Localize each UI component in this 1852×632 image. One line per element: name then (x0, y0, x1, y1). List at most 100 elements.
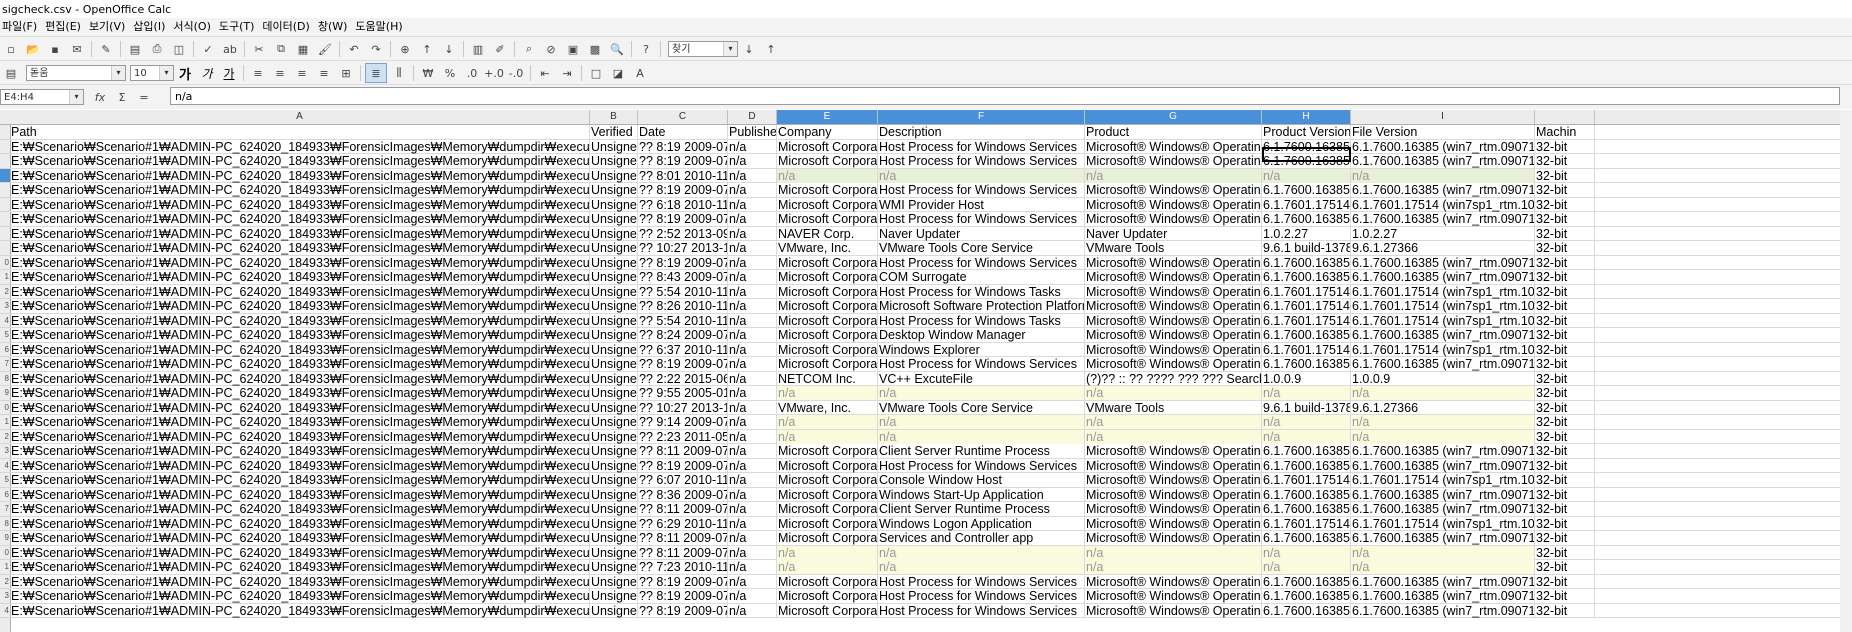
cell-date[interactable]: ?? 8:19 2009-07-14 (638, 139, 728, 154)
cell-path[interactable]: E:₩Scenario₩Scenario#1₩ADMIN-PC_624020_1… (10, 487, 590, 502)
cell-verified[interactable]: Unsigned (590, 429, 638, 444)
cell-date[interactable]: ?? 8:24 2009-07-14 (638, 328, 728, 342)
font-name-box[interactable]: 돋움 ▾ (26, 65, 126, 81)
cell-pver[interactable]: 6.1.7600.16385 (1262, 458, 1351, 473)
cell-pver[interactable]: 6.1.7600.16385 (1262, 255, 1351, 270)
cell-date[interactable]: ?? 9:55 2005-01-19 (638, 386, 728, 400)
row-header[interactable]: 7 (0, 357, 10, 372)
cell-path[interactable]: E:₩Scenario₩Scenario#1₩ADMIN-PC_624020_1… (10, 197, 590, 212)
chevron-down-icon[interactable]: ▾ (69, 90, 83, 104)
cell-publisher[interactable]: n/a (728, 400, 777, 415)
cell-description[interactable]: Desktop Window Manager (878, 328, 1085, 342)
sum-icon[interactable]: Σ (112, 88, 132, 106)
cell-machine[interactable]: 32-bit (1535, 589, 1595, 603)
cell-machine[interactable]: 32-bit (1535, 212, 1595, 226)
cell-fver[interactable]: n/a (1351, 168, 1535, 183)
currency-format-icon[interactable]: ₩ (418, 64, 438, 82)
cell-pver[interactable]: 6.1.7600.16385 (1262, 589, 1351, 603)
cell-path[interactable]: E:₩Scenario₩Scenario#1₩ADMIN-PC_624020_1… (10, 241, 590, 255)
row-header[interactable]: 3 (0, 589, 10, 604)
cell-path[interactable]: E:₩Scenario₩Scenario#1₩ADMIN-PC_624020_1… (10, 212, 590, 226)
gallery-icon[interactable]: ▣ (563, 40, 583, 58)
cell-date[interactable]: ?? 6:29 2010-11-20 (638, 516, 728, 531)
zoom-icon[interactable]: 🔍 (607, 40, 627, 58)
cell-fver[interactable]: 6.1.7601.17514 (win7sp1_rtm.101119-1850) (1351, 313, 1535, 328)
cell-machine[interactable]: 32-bit (1535, 415, 1595, 429)
cell-verified[interactable]: Unsigned (590, 168, 638, 183)
cell-product[interactable]: Microsoft® Windows® Operating System (1085, 444, 1262, 458)
cell-description[interactable]: Host Process for Windows Services (878, 212, 1085, 226)
cell-product[interactable]: Microsoft® Windows® Operating System (1085, 516, 1262, 531)
cell-product[interactable]: Product (1085, 125, 1262, 139)
cell-machine[interactable]: 32-bit (1535, 371, 1595, 386)
cell-company[interactable]: Microsoft Corporation (777, 458, 878, 473)
percent-format-icon[interactable]: % (440, 64, 460, 82)
cell-company[interactable]: Microsoft Corporation (777, 154, 878, 168)
undo-icon[interactable]: ↶ (344, 40, 364, 58)
cell-product[interactable]: Microsoft® Windows® Operating System (1085, 502, 1262, 516)
cell-publisher[interactable]: n/a (728, 444, 777, 458)
cell-path[interactable]: E:₩Scenario₩Scenario#1₩ADMIN-PC_624020_1… (10, 473, 590, 487)
cell-description[interactable]: WMI Provider Host (878, 197, 1085, 212)
borders-icon[interactable]: □ (586, 64, 606, 82)
column-header[interactable]: A (10, 110, 590, 124)
cell-company[interactable]: n/a (777, 560, 878, 574)
cell-pver[interactable]: n/a (1262, 168, 1351, 183)
cell-fver[interactable]: n/a (1351, 560, 1535, 574)
cell-description[interactable]: VC++ ExcuteFile (878, 371, 1085, 386)
menu-item[interactable]: 삽입(I) (131, 18, 171, 36)
find-previous-icon[interactable]: ↓ (739, 40, 759, 58)
cell-publisher[interactable]: Publisher (728, 125, 777, 139)
cell-pver[interactable]: 1.0.0.9 (1262, 371, 1351, 386)
cell-publisher[interactable]: n/a (728, 429, 777, 444)
cell-machine[interactable]: 32-bit (1535, 386, 1595, 400)
menu-item[interactable]: 보기(V) (87, 18, 131, 36)
cell-date[interactable]: ?? 8:26 2010-11-20 (638, 299, 728, 313)
cell-date[interactable]: ?? 10:27 2013-10-26 (638, 241, 728, 255)
cell-description[interactable]: Host Process for Windows Services (878, 357, 1085, 371)
cell-company[interactable]: Microsoft Corporation (777, 270, 878, 284)
cell-machine[interactable]: 32-bit (1535, 255, 1595, 270)
cell-publisher[interactable]: n/a (728, 328, 777, 342)
bold-button[interactable]: 가 (175, 64, 195, 83)
cell-description[interactable]: Windows Explorer (878, 342, 1085, 357)
cell-description[interactable]: Microsoft Software Protection Platform S… (878, 299, 1085, 313)
cell-publisher[interactable]: n/a (728, 212, 777, 226)
cell-verified[interactable]: Verified (590, 125, 638, 139)
cell-path[interactable]: E:₩Scenario₩Scenario#1₩ADMIN-PC_624020_1… (10, 502, 590, 516)
cell-fver[interactable]: 6.1.7600.16385 (win7_rtm.090713-1255) (1351, 183, 1535, 197)
cell-company[interactable]: Microsoft Corporation (777, 299, 878, 313)
row-header[interactable]: 0 (0, 546, 10, 560)
cell-company[interactable]: VMware, Inc. (777, 400, 878, 415)
function-wizard-icon[interactable]: fx (90, 88, 110, 106)
cell-company[interactable]: Microsoft Corporation (777, 531, 878, 545)
cell-fver[interactable]: 6.1.7600.16385 (win7_rtm.090713-1255) (1351, 270, 1535, 284)
save-icon[interactable]: ▪ (45, 40, 65, 58)
cell-date[interactable]: ?? 2:52 2013-09-11 (638, 226, 728, 241)
draw-functions-icon[interactable]: ✐ (490, 40, 510, 58)
row-header[interactable]: 0 (0, 401, 10, 415)
cell-description[interactable]: n/a (878, 415, 1085, 429)
cell-verified[interactable]: Unsigned (590, 574, 638, 589)
cell-company[interactable]: Microsoft Corporation (777, 139, 878, 154)
cell-date[interactable]: ?? 8:19 2009-07-14 (638, 255, 728, 270)
spellcheck-icon[interactable]: ✓ (198, 40, 218, 58)
cell-company[interactable]: Company (777, 125, 878, 139)
cell-path[interactable]: Path (10, 125, 590, 139)
cell-path[interactable]: E:₩Scenario₩Scenario#1₩ADMIN-PC_624020_1… (10, 299, 590, 313)
formula-input[interactable]: n/a (170, 87, 1840, 105)
cell-company[interactable]: Microsoft Corporation (777, 516, 878, 531)
chart-icon[interactable]: ▥ (468, 40, 488, 58)
cell-pver[interactable]: 6.1.7600.16385 (1262, 357, 1351, 371)
cell-machine[interactable]: 32-bit (1535, 154, 1595, 168)
cell-verified[interactable]: Unsigned (590, 371, 638, 386)
column-header[interactable]: B (590, 110, 638, 124)
cell-description[interactable]: Console Window Host (878, 473, 1085, 487)
row-header[interactable]: 9 (0, 386, 10, 401)
background-color-icon[interactable]: ◪ (608, 64, 628, 82)
cell-publisher[interactable]: n/a (728, 342, 777, 357)
cell-machine[interactable]: 32-bit (1535, 139, 1595, 154)
redo-icon[interactable]: ↷ (366, 40, 386, 58)
cell-machine[interactable]: 32-bit (1535, 241, 1595, 255)
cell-verified[interactable]: Unsigned (590, 400, 638, 415)
